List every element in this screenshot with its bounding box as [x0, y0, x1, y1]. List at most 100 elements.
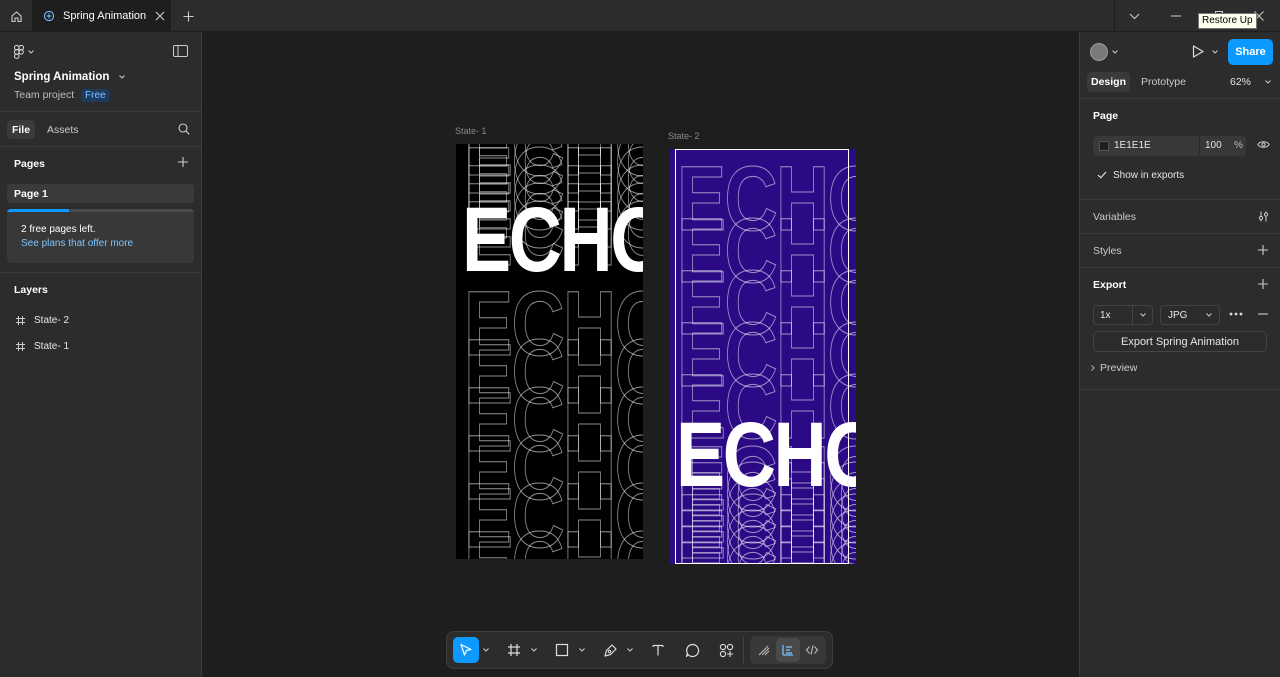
page-color-hex[interactable]: 1E1E1E	[1114, 140, 1151, 151]
plan-badge[interactable]: Free	[81, 89, 110, 102]
frame-tool[interactable]	[501, 637, 527, 663]
zoom-menu[interactable]: 62%	[1230, 76, 1271, 88]
frame-icon	[16, 316, 25, 325]
divider	[1080, 267, 1280, 268]
export-scale-select[interactable]: 1x	[1093, 305, 1153, 325]
design-canvas[interactable]: State- 1 ECHOECHOECHOECHOECHOECHOECHOECH…	[202, 32, 1079, 677]
pen-icon	[603, 643, 618, 658]
move-tool[interactable]	[453, 637, 479, 663]
project-name: Team project	[14, 89, 75, 101]
page-section-title: Page	[1093, 110, 1119, 122]
figma-logo-icon	[14, 45, 24, 59]
minimize-button[interactable]	[1161, 0, 1191, 32]
color-swatch[interactable]	[1099, 141, 1109, 151]
frame-tool-menu[interactable]	[527, 637, 541, 663]
avatar	[1090, 43, 1108, 61]
draw-mode-button[interactable]	[752, 638, 776, 662]
add-export-button[interactable]	[1258, 279, 1268, 289]
dev-mode-button[interactable]	[800, 638, 824, 662]
preview-toggle[interactable]: Preview	[1091, 362, 1137, 374]
frame-icon	[507, 643, 521, 657]
export-format-select[interactable]: JPG	[1160, 305, 1220, 325]
code-icon	[805, 643, 819, 657]
tab-assets[interactable]: Assets	[47, 124, 79, 136]
field-divider	[1199, 136, 1200, 156]
home-button[interactable]	[0, 0, 33, 32]
frame-label-state-2[interactable]: State- 2	[668, 131, 700, 141]
page-item-page-1[interactable]: Page 1	[7, 184, 194, 203]
plus-icon	[178, 157, 188, 167]
page-opacity[interactable]: 100	[1205, 140, 1222, 151]
user-menu[interactable]	[1090, 43, 1118, 61]
present-button[interactable]	[1192, 45, 1218, 58]
new-tab-button[interactable]	[178, 0, 198, 32]
share-button[interactable]: Share	[1228, 39, 1273, 65]
close-tab-icon[interactable]	[149, 11, 171, 21]
show-in-exports-label: Show in exports	[1113, 170, 1185, 181]
pen-tool[interactable]	[597, 637, 623, 663]
left-panel: Spring Animation Team project Free File …	[0, 32, 202, 677]
components-icon	[719, 643, 734, 658]
tab-file[interactable]: File	[7, 120, 35, 139]
sliders-icon	[1258, 211, 1269, 222]
chevron-down-icon	[28, 50, 34, 54]
file-name[interactable]: Spring Animation	[14, 71, 126, 83]
more-icon	[1229, 312, 1243, 316]
frame-label-state-1[interactable]: State- 1	[455, 126, 487, 136]
preview-label: Preview	[1100, 362, 1138, 374]
plus-icon	[1258, 279, 1268, 289]
chevron-down-icon	[579, 648, 585, 652]
add-page-button[interactable]	[178, 157, 188, 167]
divider	[1080, 233, 1280, 234]
shape-tool-menu[interactable]	[575, 637, 589, 663]
divider	[1080, 98, 1280, 99]
main-menu-button[interactable]	[14, 45, 34, 59]
see-plans-link[interactable]: See plans that offer more	[21, 238, 133, 249]
echo-outline-text: ECHO	[464, 514, 643, 560]
variables-button[interactable]	[1258, 211, 1269, 222]
file-tab-label: Spring Animation	[63, 10, 147, 22]
tab-prototype[interactable]: Prototype	[1141, 76, 1186, 88]
export-scale-value: 1x	[1100, 310, 1111, 321]
export-button[interactable]: Export Spring Animation	[1093, 331, 1267, 352]
page-color-field[interactable]: 1E1E1E 100 %	[1093, 136, 1246, 156]
tab-design[interactable]: Design	[1087, 72, 1130, 92]
minus-icon	[1258, 313, 1268, 315]
echo-headline: ECHO	[462, 189, 643, 291]
remove-export-button[interactable]	[1258, 313, 1268, 315]
chevron-down-icon	[119, 75, 126, 79]
pages-title: Pages	[14, 158, 45, 170]
variables-title[interactable]: Variables	[1093, 211, 1136, 223]
export-settings-button[interactable]	[1229, 312, 1243, 316]
echo-outline-text: ECHO	[677, 525, 856, 565]
show-in-exports-checkbox[interactable]	[1097, 171, 1107, 179]
pen-tool-menu[interactable]	[623, 637, 637, 663]
visibility-toggle[interactable]	[1257, 140, 1270, 149]
layer-item-state-2[interactable]: State- 2	[7, 311, 194, 331]
add-style-button[interactable]	[1258, 245, 1268, 255]
design-mode-button[interactable]	[776, 638, 800, 662]
echo-headline: ECHO	[676, 404, 856, 506]
chevron-down-icon	[1112, 50, 1118, 54]
sidebar-toggle-icon	[173, 45, 188, 57]
plus-icon	[183, 11, 194, 22]
cursor-icon	[459, 643, 473, 657]
text-tool[interactable]	[645, 637, 671, 663]
move-tool-menu[interactable]	[479, 637, 493, 663]
frame-state-2[interactable]: ECHOECHOECHOECHOECHOECHOECHOECHOECHOECHO…	[669, 149, 856, 564]
shape-tool[interactable]	[549, 637, 575, 663]
frame-state-1[interactable]: ECHOECHOECHOECHOECHOECHOECHOECHOECHOECHO…	[456, 144, 643, 559]
comment-tool[interactable]	[679, 637, 705, 663]
actions-tool[interactable]	[713, 637, 739, 663]
file-name-label: Spring Animation	[14, 71, 110, 83]
tabs-menu-button[interactable]	[1119, 0, 1149, 32]
layer-label: State- 2	[34, 315, 70, 326]
chevron-down-icon	[627, 648, 633, 652]
chevron-down-icon	[1212, 49, 1218, 54]
play-icon	[1192, 45, 1204, 58]
toggle-ui-button[interactable]	[173, 45, 188, 57]
file-tab[interactable]: Spring Animation	[33, 0, 171, 32]
search-button[interactable]	[178, 123, 190, 135]
chevron-right-icon	[1091, 365, 1095, 371]
layer-item-state-1[interactable]: State- 1	[7, 337, 194, 357]
